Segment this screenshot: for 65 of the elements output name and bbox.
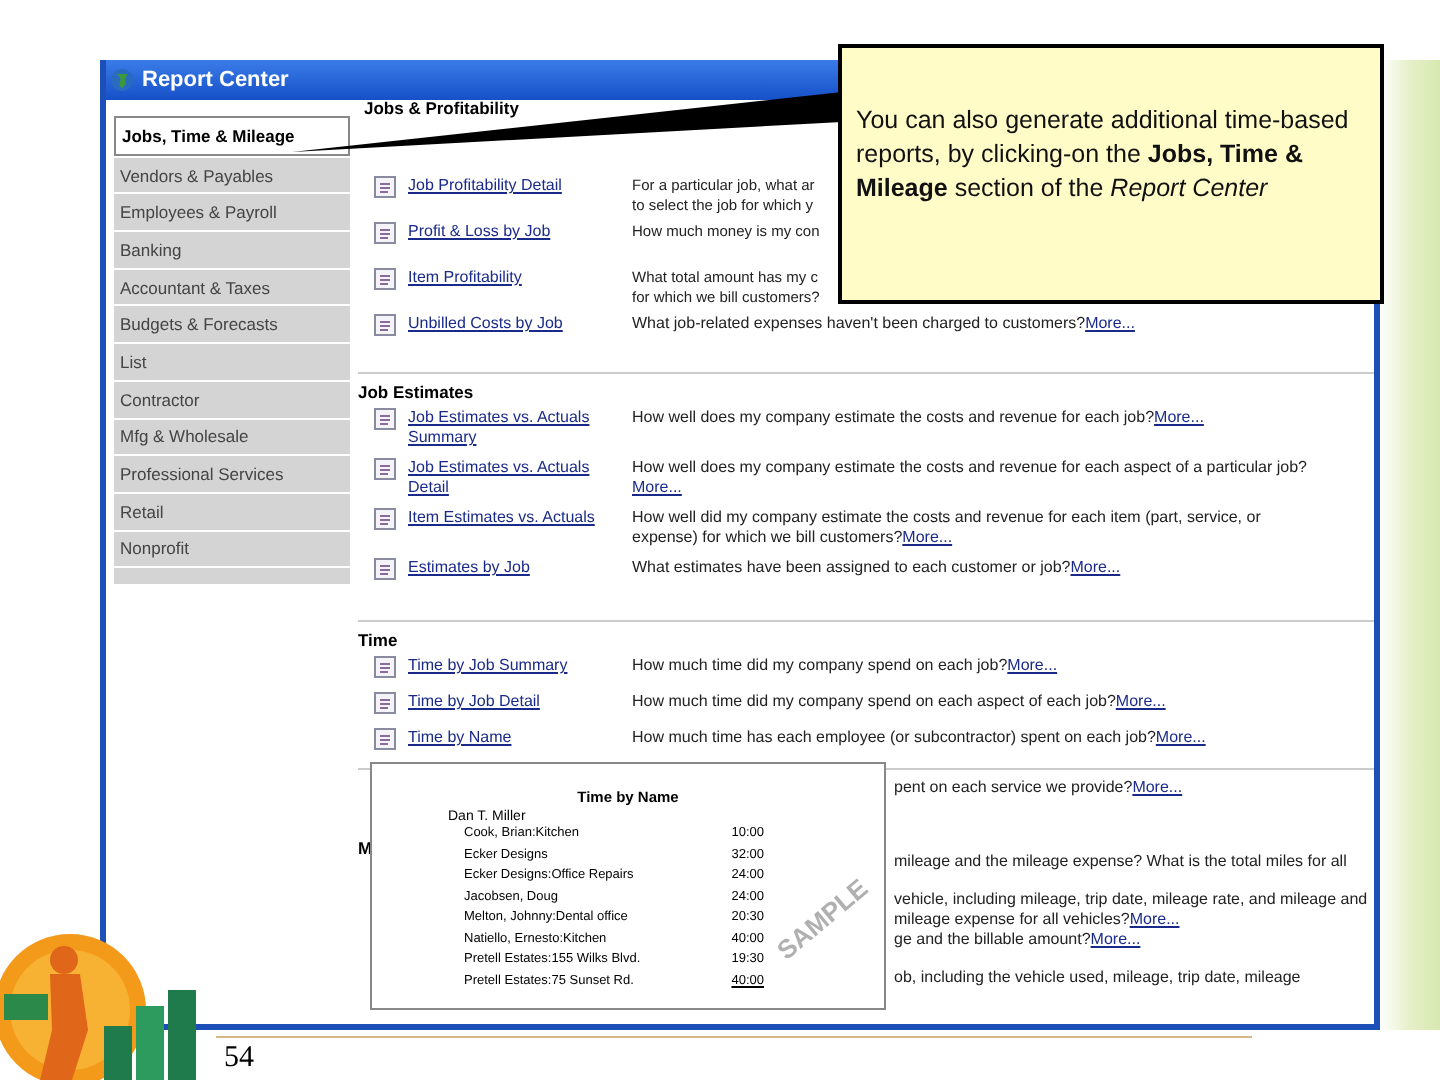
report-icon	[374, 222, 396, 244]
report-description: How well does my company estimate the costs and revenue for each aspect of a particular job? More...	[632, 458, 1310, 498]
sidebar-item[interactable]: List	[114, 344, 350, 380]
section-heading: Jobs & Profitability	[364, 98, 519, 118]
report-icon	[374, 692, 396, 714]
report-link[interactable]: Time by Job Detail	[408, 692, 632, 712]
report-link[interactable]: Item Estimates vs. Actuals	[408, 508, 632, 528]
report-link[interactable]: Job Estimates vs. Actuals Detail	[408, 458, 632, 498]
report-description: ge and the billable amount?More...	[894, 930, 1143, 950]
report-link[interactable]: Profit & Loss by Job	[408, 222, 632, 242]
report-description: How much time did my company spend on each job?More...	[632, 656, 1060, 676]
more-link[interactable]: More...	[1155, 728, 1206, 746]
report-link[interactable]: Job Profitability Detail	[408, 176, 632, 196]
callout-text: You can also generate additional time-based reports, by clicking-on the Jobs, Time & Mileage section of the Report Center	[856, 104, 1351, 206]
report-icon	[374, 314, 396, 336]
sidebar-item[interactable]: Banking	[114, 232, 350, 268]
slide-number: 54	[224, 1042, 254, 1076]
sidebar-item[interactable]: Jobs, Time & Mileage	[114, 116, 350, 156]
report-icon	[374, 176, 396, 198]
report-link[interactable]: Time by Name	[408, 728, 632, 748]
more-link[interactable]: More...	[1129, 910, 1180, 928]
sidebar-item[interactable]: Professional Services	[114, 456, 350, 492]
more-link[interactable]: More...	[1085, 314, 1135, 332]
report-description: How much time has each employee (or subcontractor) spent on each job?More...	[632, 728, 1208, 748]
report-description: What job-related expenses haven't been charged to customers?More...	[632, 314, 1137, 334]
report-description: How well did my company estimate the costs and revenue for each item (part, service, or expense) for which we bill customers?More...	[632, 508, 1263, 548]
section-heading: Job Estimates	[358, 382, 476, 402]
more-link[interactable]: More...	[1007, 656, 1058, 674]
sidebar-item[interactable]: Employees & Payroll	[114, 194, 350, 231]
section-heading: Time	[358, 630, 400, 650]
more-link[interactable]: More...	[902, 528, 953, 546]
report-description: mileage and the mileage expense? What is the total miles for all	[894, 852, 1349, 872]
report-description: How well does my company estimate the costs and revenue for each job?More...	[632, 408, 1206, 428]
report-description: vehicle, including mileage, trip date, mileage rate, and mileage and mileage expense for all vehicles?More...	[894, 890, 1370, 930]
report-icon	[374, 508, 396, 530]
report-description: ob, including the vehicle used, mileage, trip date, mileage	[894, 968, 1303, 988]
report-icon	[374, 268, 396, 290]
report-link[interactable]: Estimates by Job	[408, 558, 632, 578]
report-description: What estimates have been assigned to each customer or job?More...	[632, 558, 1123, 578]
sidebar-item[interactable]: Mfg & Wholesale	[114, 419, 350, 455]
window-title: Report Center	[142, 68, 289, 92]
report-icon	[374, 558, 396, 580]
report-link[interactable]: Time by Job Summary	[408, 656, 632, 676]
sidebar-item[interactable]: Contractor	[114, 381, 350, 417]
more-link[interactable]: More...	[1070, 558, 1121, 576]
report-link[interactable]: Item Profitability	[408, 268, 632, 288]
more-link[interactable]: More...	[1115, 692, 1166, 710]
report-icon	[374, 408, 396, 430]
sidebar-item[interactable]: Nonprofit	[114, 531, 350, 567]
globe-icon	[110, 68, 134, 92]
sidebar-item[interactable]: Budgets & Forecasts	[114, 306, 350, 343]
report-description: How much time did my company spend on each aspect of each job?More...	[632, 692, 1168, 712]
sidebar-item[interactable]: Vendors & Payables	[114, 157, 350, 193]
more-link[interactable]: More...	[1154, 408, 1204, 426]
report-icon	[374, 458, 396, 480]
sidebar-item[interactable]: Accountant & Taxes	[114, 269, 350, 305]
report-icon	[374, 656, 396, 678]
report-link[interactable]: Unbilled Costs by Job	[408, 314, 632, 334]
more-link[interactable]: More...	[1090, 930, 1141, 948]
report-icon	[374, 728, 396, 750]
report-description: pent on each service we provide?More...	[894, 778, 1185, 798]
sidebar-item[interactable]: Retail	[114, 493, 350, 530]
report-link[interactable]: Job Estimates vs. Actuals Summary	[408, 408, 632, 448]
more-link[interactable]: More...	[632, 478, 682, 496]
more-link[interactable]: More...	[1132, 778, 1183, 796]
